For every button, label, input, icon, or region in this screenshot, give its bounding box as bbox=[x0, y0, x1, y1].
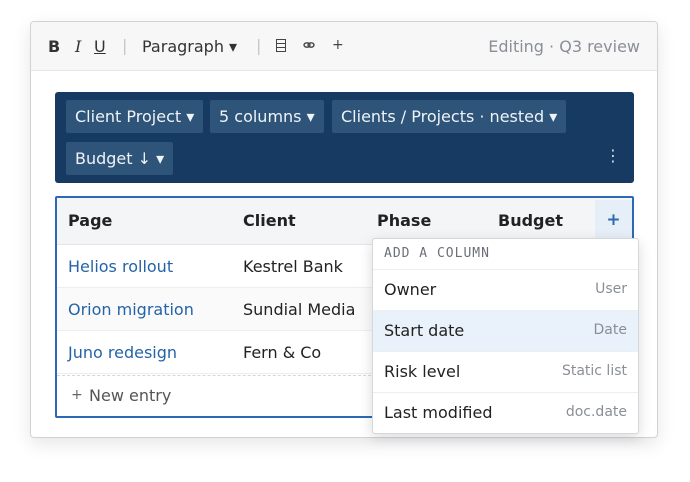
menu-item-risk-level[interactable]: Risk level Static list bbox=[373, 352, 638, 393]
column-header-phase[interactable]: Phase bbox=[377, 211, 431, 230]
block-style-dropdown[interactable]: Paragraph ▾ bbox=[142, 37, 237, 56]
add-column-menu: ADD A COLUMN Owner User Start date Date … bbox=[372, 238, 639, 434]
menu-item-type: Static list bbox=[561, 363, 627, 379]
bold-button[interactable]: B bbox=[48, 37, 60, 56]
menu-item-label: Risk level bbox=[384, 362, 461, 381]
client-cell: Sundial Media bbox=[243, 300, 356, 319]
source-dropdown[interactable]: Client Project ▾ bbox=[66, 100, 204, 133]
editing-status: Editing · Q3 review bbox=[488, 37, 640, 56]
column-header-client[interactable]: Client bbox=[243, 211, 296, 230]
editor-toolbar: B I U | Paragraph ▾ | + Editing · Q3 rev… bbox=[31, 22, 657, 71]
italic-button[interactable]: I bbox=[75, 37, 81, 56]
plus-icon[interactable]: + bbox=[332, 37, 344, 53]
client-cell: Fern & Co bbox=[243, 343, 322, 362]
menu-item-label: Owner bbox=[384, 280, 437, 299]
new-entry-label: New entry bbox=[89, 386, 172, 405]
plus-icon: + bbox=[71, 387, 83, 403]
menu-item-label: Last modified bbox=[384, 403, 493, 422]
add-column-button[interactable]: + bbox=[595, 200, 632, 241]
editor-window: B I U | Paragraph ▾ | + Editing · Q3 rev… bbox=[30, 21, 658, 438]
page-link[interactable]: Helios rollout bbox=[68, 257, 173, 276]
menu-item-type: Date bbox=[593, 322, 627, 338]
client-cell: Kestrel Bank bbox=[243, 257, 343, 276]
table-icon[interactable] bbox=[276, 39, 286, 55]
columns-dropdown[interactable]: 5 columns ▾ bbox=[210, 100, 324, 133]
menu-item-owner[interactable]: Owner User bbox=[373, 270, 638, 311]
database-settings-bar: Client Project ▾ 5 columns ▾ Clients / P… bbox=[55, 92, 634, 183]
grouping-dropdown[interactable]: Clients / Projects · nested ▾ bbox=[332, 100, 567, 133]
page-link[interactable]: Juno redesign bbox=[68, 343, 177, 362]
column-header-page[interactable]: Page bbox=[68, 211, 112, 230]
link-icon[interactable] bbox=[303, 39, 315, 53]
column-header-budget[interactable]: Budget bbox=[498, 211, 563, 230]
page-link[interactable]: Orion migration bbox=[68, 300, 194, 319]
menu-item-last-modified[interactable]: Last modified doc.date bbox=[373, 393, 638, 434]
menu-item-start-date[interactable]: Start date Date bbox=[373, 311, 638, 352]
underline-button[interactable]: U bbox=[94, 37, 106, 56]
menu-item-label: Start date bbox=[384, 321, 465, 340]
menu-item-type: doc.date bbox=[565, 404, 627, 420]
sort-dropdown[interactable]: Budget ↓ ▾ bbox=[66, 142, 174, 175]
toolbar-divider: | bbox=[256, 36, 262, 55]
menu-item-type: User bbox=[595, 281, 627, 297]
menu-heading: ADD A COLUMN bbox=[373, 239, 638, 270]
toolbar-divider: | bbox=[122, 36, 128, 55]
more-options-icon[interactable]: ⋮ bbox=[605, 148, 621, 164]
